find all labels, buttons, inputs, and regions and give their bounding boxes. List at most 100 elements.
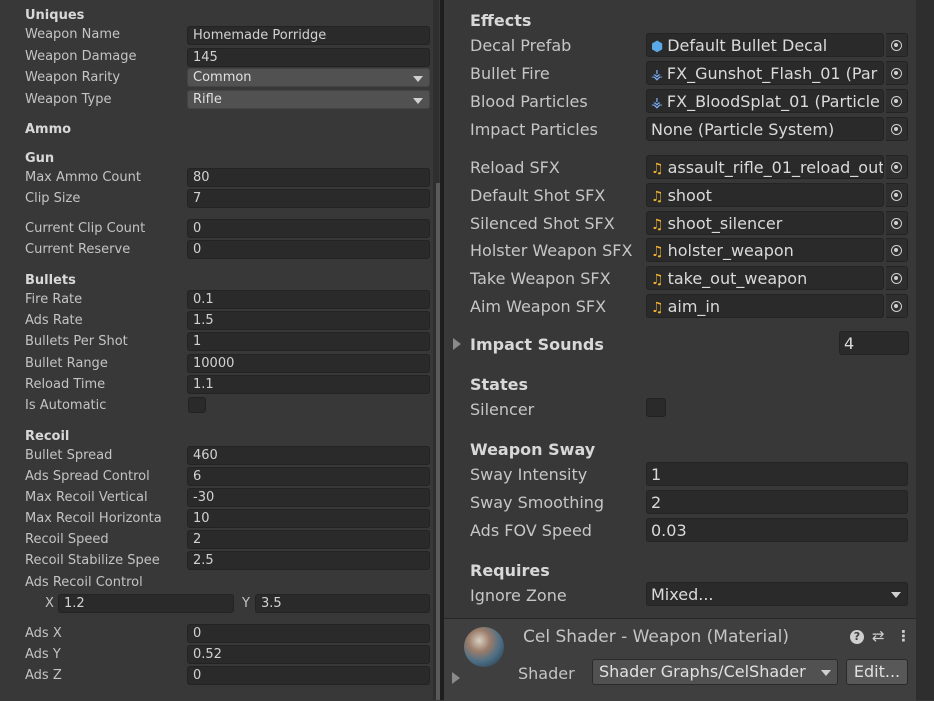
bullet-fire-value: FX_Gunshot_Flash_01 (Par (666, 64, 878, 83)
silenced-shot-sfx-value: shoot_silencer (667, 214, 783, 233)
ignore-zone-dropdown[interactable]: Mixed... (646, 582, 908, 606)
ads-recoil-control-label: Ads Recoil Control (25, 575, 143, 590)
fire-rate-field[interactable]: 0.1 (187, 290, 430, 309)
silencer-label: Silencer (470, 400, 535, 419)
impact-particles-field[interactable]: None (Particle System) (646, 117, 884, 141)
bullet-fire-label: Bullet Fire (470, 64, 550, 83)
take-weapon-sfx-value: take_out_weapon (667, 269, 808, 288)
recoil-stabilize-speed-field[interactable]: 2.5 (187, 551, 430, 570)
more-options-icon[interactable]: ⋮ (896, 627, 911, 645)
ads-fov-speed-field[interactable]: 0.03 (646, 518, 908, 542)
bullet-fire-picker-button[interactable] (886, 61, 908, 85)
blood-particles-field[interactable]: ⚶ FX_BloodSplat_01 (Particle (646, 89, 884, 113)
aim-weapon-sfx-value: aim_in (667, 297, 720, 316)
reload-time-label: Reload Time (25, 377, 106, 392)
reload-time-field[interactable]: 1.1 (187, 375, 430, 394)
impact-particles-picker-button[interactable] (886, 117, 908, 141)
effects-header: Effects (470, 11, 532, 30)
silenced-shot-sfx-field[interactable]: ♫ shoot_silencer (646, 211, 884, 235)
take-weapon-sfx-picker-button[interactable] (886, 266, 908, 290)
material-foldout-arrow-icon[interactable] (452, 672, 460, 684)
object-picker-icon (891, 67, 902, 79)
bullet-range-label: Bullet Range (25, 356, 108, 371)
ads-recoil-x-field[interactable]: 1.2 (58, 594, 234, 613)
aim-weapon-sfx-field[interactable]: ♫ aim_in (646, 294, 884, 318)
shader-dropdown[interactable]: Shader Graphs/CelShader (592, 659, 838, 685)
object-picker-icon (891, 272, 902, 284)
current-clip-count-field[interactable]: 0 (187, 219, 430, 238)
weapon-rarity-label: Weapon Rarity (25, 70, 121, 85)
reload-sfx-label: Reload SFX (470, 158, 560, 177)
object-picker-icon (891, 123, 902, 135)
sway-intensity-field[interactable]: 1 (646, 462, 908, 486)
audio-clip-icon: ♫ (651, 189, 664, 205)
ads-spread-control-field[interactable]: 6 (187, 467, 430, 486)
ads-x-field[interactable]: 0 (187, 624, 430, 643)
holster-weapon-sfx-value: holster_weapon (667, 241, 794, 260)
is-automatic-checkbox[interactable] (188, 397, 206, 413)
reload-sfx-picker-button[interactable] (886, 155, 908, 179)
sway-smoothing-label: Sway Smoothing (470, 493, 605, 512)
gun-header: Gun (25, 151, 55, 166)
holster-weapon-sfx-picker-button[interactable] (886, 238, 908, 262)
reload-sfx-field[interactable]: ♫ assault_rifle_01_reload_out (646, 155, 884, 179)
bullet-fire-field[interactable]: ⚶ FX_Gunshot_Flash_01 (Par (646, 61, 884, 85)
current-reserve-field[interactable]: 0 (187, 240, 430, 259)
impact-particles-value: None (Particle System) (651, 120, 835, 139)
bullet-spread-label: Bullet Spread (25, 448, 113, 463)
impact-sounds-count-field[interactable]: 4 (839, 331, 909, 355)
impact-sounds-foldout[interactable]: Impact Sounds (470, 335, 604, 354)
silenced-shot-sfx-picker-button[interactable] (886, 211, 908, 235)
max-recoil-horizontal-field[interactable]: 10 (187, 509, 430, 528)
audio-clip-icon: ♫ (651, 161, 664, 177)
help-icon[interactable]: ? (850, 630, 864, 644)
default-shot-sfx-picker-button[interactable] (886, 183, 908, 207)
current-reserve-label: Current Reserve (25, 242, 131, 257)
default-shot-sfx-label: Default Shot SFX (470, 186, 606, 205)
weapon-rarity-dropdown[interactable]: Common (187, 68, 430, 87)
holster-weapon-sfx-label: Holster Weapon SFX (470, 241, 633, 260)
object-picker-icon (891, 300, 902, 312)
max-ammo-count-field[interactable]: 80 (187, 168, 430, 187)
prefab-cube-icon: ⬢ (651, 39, 664, 55)
audio-clip-icon: ♫ (651, 272, 664, 288)
take-weapon-sfx-label: Take Weapon SFX (470, 269, 611, 288)
ammo-header: Ammo (25, 122, 72, 137)
dropdown-arrow-icon (891, 592, 901, 598)
ads-recoil-y-field[interactable]: 3.5 (255, 594, 430, 613)
foldout-arrow-icon[interactable] (453, 338, 461, 350)
particle-system-icon: ⚶ (651, 67, 663, 83)
weapon-damage-field[interactable]: 145 (187, 48, 430, 67)
aim-weapon-sfx-picker-button[interactable] (886, 294, 908, 318)
bullet-range-field[interactable]: 10000 (187, 354, 430, 373)
ads-spread-control-label: Ads Spread Control (25, 469, 150, 484)
max-recoil-vertical-field[interactable]: -30 (187, 488, 430, 507)
blood-particles-picker-button[interactable] (886, 89, 908, 113)
preset-settings-icon[interactable]: ⇄ (872, 627, 885, 645)
decal-prefab-field[interactable]: ⬢ Default Bullet Decal (646, 33, 884, 57)
take-weapon-sfx-field[interactable]: ♫ take_out_weapon (646, 266, 884, 290)
bullet-spread-field[interactable]: 460 (187, 446, 430, 465)
impact-particles-label: Impact Particles (470, 120, 598, 139)
ads-y-field[interactable]: 0.52 (187, 645, 430, 664)
ads-z-field[interactable]: 0 (187, 666, 430, 685)
silencer-checkbox[interactable] (646, 398, 666, 417)
clip-size-field[interactable]: 7 (187, 189, 430, 208)
ignore-zone-label: Ignore Zone (470, 586, 567, 605)
object-picker-icon (891, 95, 902, 107)
object-picker-icon (891, 244, 902, 256)
decal-prefab-picker-button[interactable] (886, 33, 908, 57)
clip-size-label: Clip Size (25, 191, 81, 206)
ads-rate-field[interactable]: 1.5 (187, 311, 430, 330)
weapon-type-dropdown[interactable]: Rifle (187, 90, 430, 109)
ads-recoil-y-label: Y (242, 596, 250, 611)
holster-weapon-sfx-field[interactable]: ♫ holster_weapon (646, 238, 884, 262)
bullets-per-shot-field[interactable]: 1 (187, 332, 430, 351)
default-shot-sfx-field[interactable]: ♫ shoot (646, 183, 884, 207)
edit-shader-button[interactable]: Edit... (846, 659, 908, 685)
reload-sfx-value: assault_rifle_01_reload_out (667, 158, 884, 177)
weapon-name-field[interactable]: Homemade Porridge (187, 26, 430, 45)
bullets-header: Bullets (25, 273, 76, 288)
sway-smoothing-field[interactable]: 2 (646, 490, 908, 514)
recoil-speed-field[interactable]: 2 (187, 530, 430, 549)
